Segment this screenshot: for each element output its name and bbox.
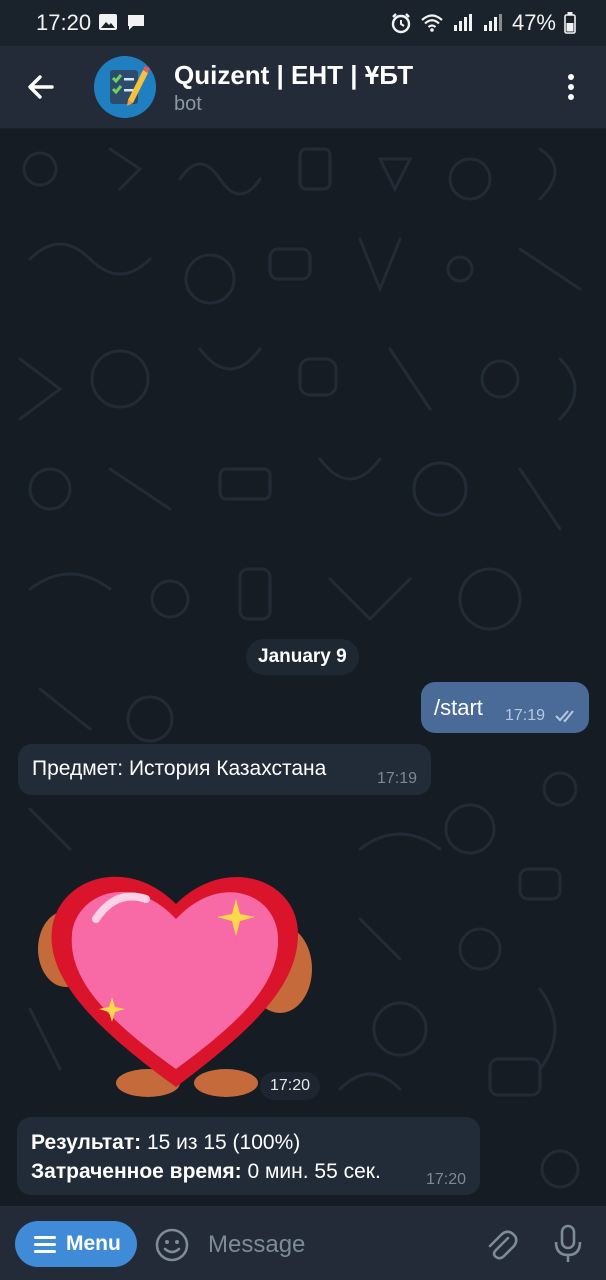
chat-notification-icon xyxy=(128,15,144,30)
mic-icon[interactable] xyxy=(551,1224,585,1264)
menu-button-label: Menu xyxy=(66,1232,121,1255)
wifi-icon xyxy=(421,14,443,32)
chat-area[interactable]: January 9 /start 17:19 Предмет: История … xyxy=(0,129,606,1206)
sticker-time: 17:20 xyxy=(260,1072,321,1100)
menu-lines-icon xyxy=(34,1236,56,1253)
message-text[interactable]: Предмет: История Казахстана xyxy=(32,757,326,781)
message-text[interactable]: /start xyxy=(434,695,483,721)
more-vertical-icon[interactable] xyxy=(552,68,590,106)
battery-percent: 47% xyxy=(511,10,556,35)
menu-button[interactable]: Menu xyxy=(15,1221,137,1267)
double-check-icon xyxy=(555,710,574,723)
message-time: 17:19 xyxy=(505,707,546,724)
signal-icon-2 xyxy=(483,14,502,31)
result-line[interactable]: Результат: 15 из 15 (100%) xyxy=(31,1131,300,1155)
heart-sticker[interactable] xyxy=(36,859,316,1099)
message-time: 17:20 xyxy=(426,1171,467,1188)
incoming-message-result[interactable]: Результат: 15 из 15 (100%) Затраченное в… xyxy=(17,1117,480,1195)
message-time: 17:19 xyxy=(377,770,418,787)
result-label: Результат: xyxy=(31,1131,142,1154)
time-spent-label: Затраченное время: xyxy=(31,1160,242,1183)
outgoing-message[interactable]: /start 17:19 xyxy=(421,682,589,733)
emoji-icon[interactable] xyxy=(153,1226,191,1264)
incoming-message[interactable]: Предмет: История Казахстана 17:19 xyxy=(18,744,431,795)
input-bar: Menu xyxy=(0,1206,606,1280)
chat-header: Quizent | ЕНТ | ҰБТ bot xyxy=(0,46,606,129)
status-bar: 17:20 47% xyxy=(0,0,606,46)
chat-title[interactable]: Quizent | ЕНТ | ҰБТ xyxy=(174,60,413,91)
back-arrow-icon[interactable] xyxy=(22,68,60,106)
time-spent-line[interactable]: Затраченное время: 0 мин. 55 сек. xyxy=(31,1160,381,1184)
status-time: 17:20 xyxy=(36,10,92,35)
gallery-icon xyxy=(99,14,117,30)
bot-avatar-icon[interactable] xyxy=(94,56,156,118)
time-spent-value: 0 мин. 55 сек. xyxy=(241,1160,381,1183)
status-system-icons: 47% xyxy=(390,10,576,36)
status-notification-icons xyxy=(98,12,146,32)
date-separator: January 9 xyxy=(246,639,359,675)
battery-icon xyxy=(564,12,576,34)
message-input[interactable] xyxy=(206,1224,470,1266)
chat-subtitle: bot xyxy=(174,93,202,115)
alarm-icon xyxy=(391,13,411,34)
signal-icon-1 xyxy=(453,14,472,31)
result-value: 15 из 15 (100%) xyxy=(141,1131,301,1154)
attach-icon[interactable] xyxy=(482,1226,520,1264)
